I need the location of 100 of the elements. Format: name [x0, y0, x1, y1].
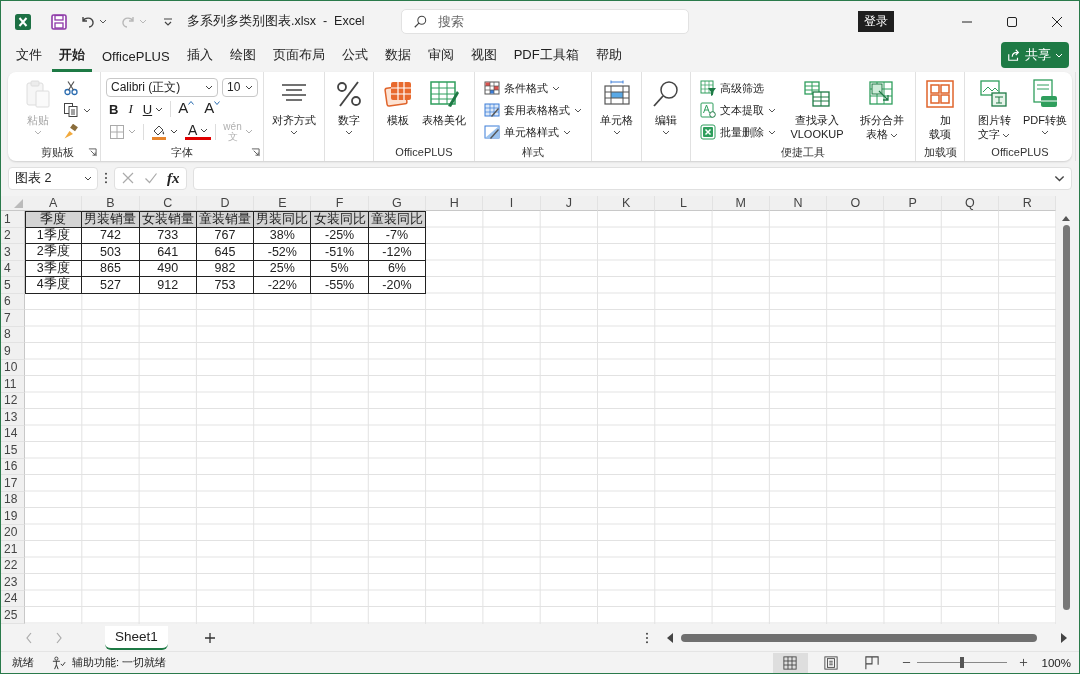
row-number[interactable]: 9	[1, 343, 25, 360]
ribbon-button[interactable]: 条件格式	[482, 79, 562, 97]
row-number[interactable]: 25	[1, 607, 25, 624]
horizontal-scrollbar[interactable]	[667, 632, 1067, 643]
row-number[interactable]: 5	[1, 277, 25, 294]
search-field[interactable]: 搜索	[401, 9, 689, 34]
share-button[interactable]: 共享	[1001, 42, 1069, 68]
zoom-level[interactable]: 100%	[1041, 656, 1071, 669]
cut-button[interactable]	[61, 79, 81, 97]
shrink-font-button[interactable]: A	[201, 99, 224, 120]
add-sheet-icon[interactable]	[203, 631, 216, 644]
sheet-tab[interactable]: Sheet1	[105, 625, 168, 650]
ribbon-button[interactable]: 查找录入 VLOOKUP	[782, 75, 852, 143]
number-format-button[interactable]: 数字	[330, 75, 368, 143]
row-number[interactable]: 13	[1, 409, 25, 426]
chevron-down-icon	[128, 129, 136, 135]
menu-tab[interactable]: 页面布局	[265, 46, 332, 72]
scroll-thumb[interactable]	[1062, 225, 1070, 610]
font-size-dropdown[interactable]: 10	[222, 77, 258, 97]
dialog-launcher-icon[interactable]	[251, 148, 260, 157]
menu-tab[interactable]: 帮助	[588, 46, 629, 72]
menu-tab[interactable]: 数据	[377, 46, 418, 72]
row-number[interactable]: 3	[1, 244, 25, 261]
menu-tab[interactable]: 插入	[179, 46, 220, 72]
cells-button[interactable]: 单元格	[597, 75, 636, 143]
grow-font-button[interactable]: A	[175, 99, 198, 120]
slider-thumb[interactable]	[959, 657, 964, 668]
column-header[interactable]: M	[712, 196, 770, 211]
font-name-dropdown[interactable]: Calibri (正文)	[106, 77, 218, 97]
ribbon-button[interactable]: PDF转换	[1020, 75, 1070, 143]
more-options-icon[interactable]	[645, 631, 649, 644]
editing-button[interactable]: 编辑	[647, 75, 685, 143]
scroll-thumb[interactable]	[681, 633, 1037, 642]
column-header[interactable]: O	[827, 196, 885, 211]
save-icon[interactable]	[51, 13, 67, 30]
menu-tab[interactable]: 审阅	[420, 46, 461, 72]
template-button[interactable]: 模板	[379, 75, 417, 143]
menu-tab[interactable]: PDF工具箱	[506, 46, 586, 72]
row-number[interactable]: 17	[1, 475, 25, 492]
column-header[interactable]: Q	[941, 196, 1000, 211]
zoom-in-icon[interactable]	[1018, 658, 1028, 667]
column-header[interactable]: N	[769, 196, 828, 211]
accessibility-icon[interactable]	[52, 655, 66, 670]
column-header[interactable]: R	[999, 196, 1057, 211]
insert-function-button[interactable]: fx	[167, 169, 180, 187]
normal-view-button[interactable]	[772, 652, 808, 673]
ribbon-button[interactable]: 拆分合并表格	[854, 75, 910, 143]
accessibility-status[interactable]: 辅助功能: 一切就绪	[72, 655, 167, 670]
scroll-up-icon[interactable]	[1061, 215, 1072, 221]
menu-tab[interactable]: 文件	[9, 46, 49, 72]
column-header[interactable]: K	[597, 196, 656, 211]
menu-tab[interactable]: 绘图	[222, 46, 263, 72]
scroll-right-icon[interactable]	[1061, 632, 1067, 643]
copy-button[interactable]	[61, 101, 93, 119]
row-number[interactable]: 11	[1, 376, 25, 393]
table-cell: 912	[139, 277, 197, 294]
column-header[interactable]: G	[368, 196, 427, 211]
column-header[interactable]: B	[82, 196, 140, 211]
menu-tab[interactable]: 公式	[334, 46, 375, 72]
name-box[interactable]: 图表 2	[8, 166, 98, 190]
column-header[interactable]: D	[196, 196, 255, 211]
column-header[interactable]: J	[540, 196, 598, 211]
sign-in-button[interactable]: 登录	[858, 11, 894, 32]
column-header[interactable]: L	[655, 196, 713, 211]
row-number[interactable]: 7	[1, 310, 25, 327]
customize-toolbar-icon[interactable]	[163, 17, 173, 26]
italic-button[interactable]: I	[125, 99, 136, 120]
alignment-button[interactable]: 对齐方式	[269, 75, 319, 143]
row-number[interactable]: 23	[1, 574, 25, 591]
menu-tab[interactable]: 视图	[463, 46, 504, 72]
row-number[interactable]: 21	[1, 541, 25, 558]
underline-button[interactable]: U	[139, 99, 167, 120]
chevron-down-icon	[200, 127, 209, 133]
ribbon-button[interactable]: 文本提取	[698, 101, 778, 119]
row-number[interactable]: 1	[1, 211, 25, 228]
ribbon-button[interactable]: 高级筛选	[698, 79, 766, 97]
ribbon-button[interactable]: 单元格样式	[482, 123, 573, 141]
table-beautify-button[interactable]: 表格美化	[419, 75, 469, 143]
more-options-icon[interactable]	[104, 172, 108, 184]
dialog-launcher-icon[interactable]	[88, 148, 97, 157]
menu-tab[interactable]: OfficePLUS	[95, 49, 177, 72]
column-header[interactable]: A	[25, 196, 83, 211]
formula-field[interactable]	[192, 166, 1072, 190]
column-header[interactable]: I	[483, 196, 541, 211]
add-ins-button[interactable]: 加载项	[921, 75, 959, 143]
table-cell: 527	[82, 277, 140, 294]
ribbon-button[interactable]: 批量删除	[698, 123, 778, 141]
row-number[interactable]: 19	[1, 508, 25, 525]
ribbon-button[interactable]: 图片转文字	[970, 75, 1018, 143]
font-color-button[interactable]: A	[185, 123, 212, 141]
column-header[interactable]: P	[884, 196, 942, 211]
column-header[interactable]: E	[254, 196, 312, 211]
ribbon-button[interactable]: 套用表格格式	[482, 101, 584, 119]
column-header[interactable]: C	[139, 196, 197, 211]
bold-button[interactable]: B	[106, 99, 122, 120]
scroll-left-icon[interactable]	[667, 632, 673, 643]
row-number[interactable]: 15	[1, 442, 25, 459]
column-header[interactable]: F	[311, 196, 369, 211]
check-icon[interactable]	[144, 171, 158, 185]
column-header[interactable]: H	[426, 196, 484, 211]
